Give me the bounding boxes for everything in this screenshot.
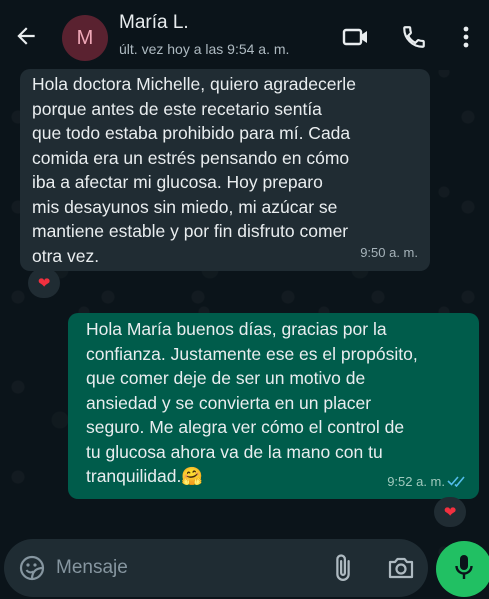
message-composer [4,539,428,597]
read-receipt-icon [447,469,467,494]
mic-icon [454,553,474,586]
message-text: Hola María buenos días, gracias por la c… [86,319,418,486]
outgoing-message-bubble[interactable]: Hola María buenos días, gracias por la c… [68,313,479,499]
avatar-initial: M [76,26,94,49]
video-call-icon[interactable] [342,23,370,51]
heart-reaction-icon[interactable]: ❤ [28,268,60,298]
last-seen-status: últ. vez hoy a las 9:54 a. m. [119,41,290,57]
attach-clip-icon[interactable] [328,553,358,583]
chat-header: M María L. últ. vez hoy a las 9:54 a. m. [0,0,489,70]
reaction-emoji: ❤ [37,275,51,292]
more-options-icon[interactable] [452,23,480,51]
sticker-icon[interactable] [18,554,46,582]
heart-reaction-icon[interactable]: ❤ [434,497,466,527]
avatar[interactable]: M [62,15,108,61]
incoming-message-bubble[interactable]: Hola doctora Michelle, quiero agradecerl… [20,69,430,271]
message-time: 9:52 a. m. [387,473,445,489]
contact-name[interactable]: María L. [119,12,189,34]
mic-button[interactable] [436,541,489,597]
back-arrow-icon[interactable] [12,22,40,50]
message-text: Hola doctora Michelle, quiero agradecerl… [32,74,356,266]
message-time: 9:50 a. m. [360,244,418,260]
camera-icon[interactable] [386,554,416,582]
reaction-emoji: ❤ [443,504,457,521]
message-input[interactable] [56,552,306,584]
phone-call-icon[interactable] [400,23,428,51]
